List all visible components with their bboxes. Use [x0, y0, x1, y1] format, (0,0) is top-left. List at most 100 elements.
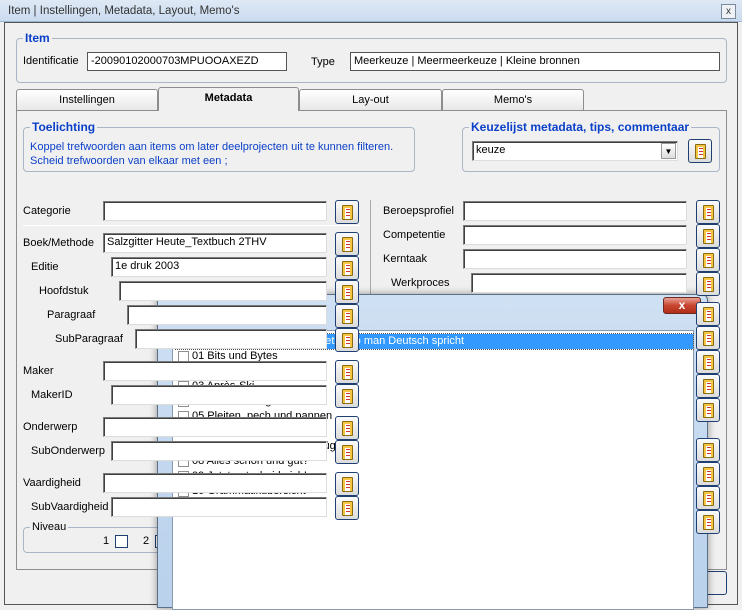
tab-lay-out[interactable]: Lay-out: [299, 89, 442, 110]
clipboard-icon: [702, 402, 714, 418]
field-picker-button[interactable]: [335, 416, 359, 440]
field-input[interactable]: Salzgitter Heute_Textbuch 2THV: [103, 233, 327, 253]
keuzelijst-label: Keuzelijst metadata, tips, commentaar: [469, 120, 692, 134]
clipboard-icon: [341, 476, 353, 492]
clipboard-icon: [341, 364, 353, 380]
niveau-option-1-label: 1: [103, 535, 110, 547]
field-label: SubParagraaf: [55, 333, 123, 345]
clipboard-icon: [694, 143, 706, 159]
field-picker-button[interactable]: [696, 486, 720, 510]
field-picker-button[interactable]: [696, 374, 720, 398]
field-picker-button[interactable]: [335, 360, 359, 384]
window-close-button[interactable]: x: [721, 4, 736, 19]
field-picker-button[interactable]: [696, 224, 720, 248]
field-picker-button[interactable]: [335, 440, 359, 464]
clipboard-icon: [702, 276, 714, 292]
toelichting-line-1: Koppel trefwoorden aan items om later de…: [30, 141, 394, 153]
clipboard-icon: [341, 332, 353, 348]
field-input[interactable]: [103, 201, 327, 221]
clipboard-icon: [702, 514, 714, 530]
field-label: SubVaardigheid: [31, 501, 109, 513]
clipboard-icon: [702, 330, 714, 346]
field-picker-button[interactable]: [696, 350, 720, 374]
clipboard-icon: [702, 228, 714, 244]
keuzelijst-select[interactable]: keuze ▼: [472, 141, 678, 161]
field-label: Maker: [23, 365, 54, 377]
field-label: Beroepsprofiel: [383, 205, 454, 217]
niveau-checkbox-1[interactable]: [115, 535, 128, 548]
niveau-option-2-label: 2: [143, 535, 150, 547]
type-label: Type: [311, 56, 335, 68]
field-input[interactable]: [119, 281, 327, 301]
field-picker-button[interactable]: [335, 256, 359, 280]
field-picker-button[interactable]: [335, 496, 359, 520]
field-input[interactable]: [463, 249, 687, 269]
tab-memos[interactable]: Memo's: [442, 89, 584, 110]
field-picker-button[interactable]: [696, 398, 720, 422]
field-label: Categorie: [23, 205, 71, 217]
clipboard-icon: [341, 284, 353, 300]
field-input[interactable]: [103, 361, 327, 381]
type-field[interactable]: Meerkeuze | Meermeerkeuze | Kleine bronn…: [350, 52, 720, 71]
field-picker-button[interactable]: [335, 200, 359, 224]
field-input[interactable]: [127, 305, 327, 325]
title-bar: Item | Instellingen, Metadata, Layout, M…: [0, 0, 742, 22]
field-picker-button[interactable]: [335, 328, 359, 352]
keuzelijst-clipboard-button[interactable]: [688, 139, 712, 163]
separator: [23, 225, 360, 226]
field-label: Onderwerp: [23, 421, 78, 433]
field-label: Competentie: [383, 229, 446, 241]
field-picker-button[interactable]: [696, 272, 720, 296]
chevron-down-icon[interactable]: ▼: [661, 143, 676, 159]
clipboard-icon: [341, 204, 353, 220]
field-input[interactable]: [103, 417, 327, 437]
identificatie-field[interactable]: -20090102000703MPUOOAXEZD: [87, 52, 287, 71]
separator: [370, 200, 371, 300]
item-group-label: Item: [23, 31, 52, 45]
clipboard-icon: [702, 204, 714, 220]
field-input[interactable]: [111, 385, 327, 405]
clipboard-icon: [702, 378, 714, 394]
field-picker-button[interactable]: [335, 232, 359, 256]
field-picker-button[interactable]: [335, 384, 359, 408]
field-input[interactable]: 1e druk 2003: [111, 257, 327, 277]
field-picker-button[interactable]: [696, 248, 720, 272]
field-input[interactable]: [111, 497, 327, 517]
field-picker-button[interactable]: [696, 200, 720, 224]
field-input[interactable]: [463, 225, 687, 245]
field-picker-button[interactable]: [335, 304, 359, 328]
toelichting-label: Toelichting: [30, 120, 98, 134]
field-input[interactable]: [111, 441, 327, 461]
clipboard-icon: [702, 354, 714, 370]
field-input[interactable]: [471, 273, 687, 293]
clipboard-icon: [341, 236, 353, 252]
field-picker-button[interactable]: [335, 280, 359, 304]
window-title: Item | Instellingen, Metadata, Layout, M…: [8, 5, 240, 17]
field-picker-button[interactable]: [696, 510, 720, 534]
field-label: Werkproces: [391, 277, 450, 289]
toelichting-line-2: Scheid trefwoorden van elkaar met een ;: [30, 155, 228, 167]
clipboard-icon: [341, 444, 353, 460]
tab-instellingen[interactable]: Instellingen: [16, 89, 158, 110]
field-picker-button[interactable]: [696, 302, 720, 326]
field-label: Hoofdstuk: [39, 285, 89, 297]
field-label: Vaardigheid: [23, 477, 81, 489]
field-input[interactable]: [103, 473, 327, 493]
field-picker-button[interactable]: [335, 472, 359, 496]
clipboard-icon: [702, 442, 714, 458]
clipboard-icon: [341, 388, 353, 404]
field-picker-button[interactable]: [696, 438, 720, 462]
clipboard-icon: [702, 306, 714, 322]
clipboard-icon: [702, 252, 714, 268]
identificatie-label: Identificatie: [23, 55, 79, 67]
clipboard-icon: [702, 466, 714, 482]
field-picker-button[interactable]: [696, 326, 720, 350]
keuzelijst-value: keuze: [476, 144, 506, 156]
field-input[interactable]: [135, 329, 327, 349]
field-picker-button[interactable]: [696, 462, 720, 486]
field-label: SubOnderwerp: [31, 445, 105, 457]
tab-metadata[interactable]: Metadata: [158, 87, 299, 111]
field-input[interactable]: [463, 201, 687, 221]
clipboard-icon: [341, 420, 353, 436]
clipboard-icon: [341, 500, 353, 516]
